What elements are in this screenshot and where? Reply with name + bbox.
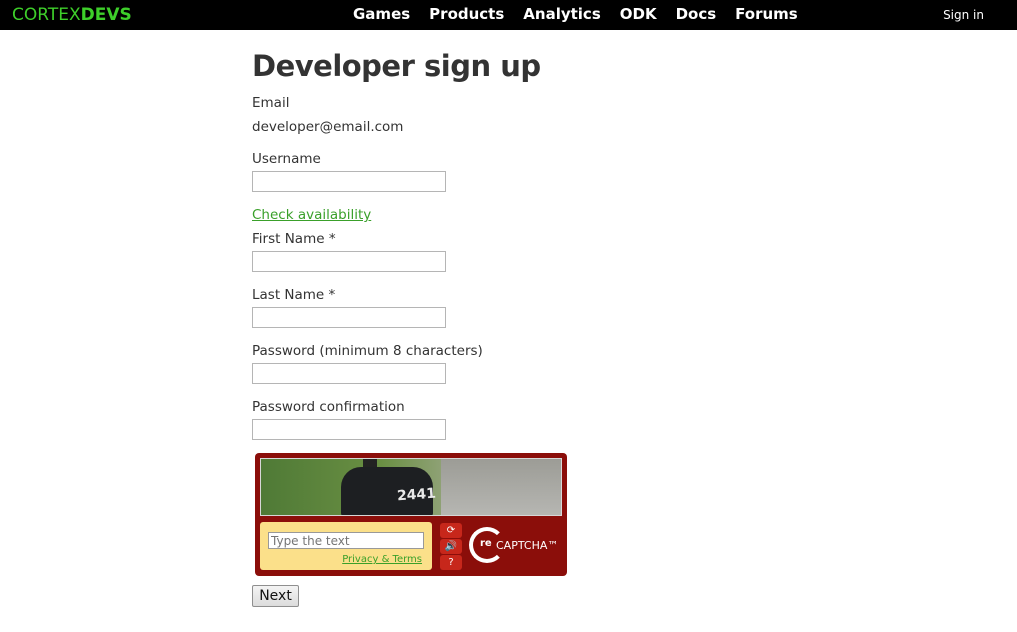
logo-text-cortex: CORTEX <box>12 5 81 25</box>
first-name-input[interactable] <box>252 251 446 272</box>
captcha-response-input[interactable] <box>268 532 424 549</box>
captcha-privacy-terms-link[interactable]: Privacy & Terms <box>342 553 422 566</box>
password-confirmation-label: Password confirmation <box>252 399 405 415</box>
last-name-label: Last Name * <box>252 287 336 303</box>
username-input[interactable] <box>252 171 446 192</box>
recaptcha-logo-word: CAPTCHA™ <box>496 539 559 552</box>
next-button[interactable]: Next <box>252 585 299 607</box>
site-logo[interactable]: CORTEXDEVS <box>12 5 132 25</box>
recaptcha-widget: 2441 Privacy & Terms ⟳ 🔊 ? re CAPTCHA™ <box>255 453 567 576</box>
recaptcha-logo: re CAPTCHA™ <box>469 527 559 565</box>
captcha-image-number: 2441 <box>396 485 437 505</box>
recaptcha-logo-prefix: re <box>480 538 492 549</box>
captcha-controls: ⟳ 🔊 ? <box>440 523 464 571</box>
check-availability-link[interactable]: Check availability <box>252 206 371 224</box>
password-label: Password (minimum 8 characters) <box>252 343 483 359</box>
help-icon[interactable]: ? <box>440 555 462 570</box>
captcha-input-panel: Privacy & Terms <box>260 522 432 570</box>
audio-icon[interactable]: 🔊 <box>440 539 462 554</box>
sign-in-link[interactable]: Sign in <box>943 7 984 24</box>
logo-text-devs: DEVS <box>80 5 132 25</box>
first-name-label: First Name * <box>252 231 336 247</box>
email-label: Email <box>252 95 290 111</box>
username-label: Username <box>252 151 321 167</box>
captcha-image-road <box>441 459 561 515</box>
password-confirmation-input[interactable] <box>252 419 446 440</box>
last-name-input[interactable] <box>252 307 446 328</box>
refresh-icon[interactable]: ⟳ <box>440 523 462 538</box>
captcha-image: 2441 <box>260 458 562 516</box>
email-value: developer@email.com <box>252 119 404 135</box>
nav-forums[interactable]: Forums <box>735 4 798 25</box>
nav-docs[interactable]: Docs <box>676 4 717 25</box>
captcha-image-mailbox: 2441 <box>341 467 437 515</box>
password-input[interactable] <box>252 363 446 384</box>
